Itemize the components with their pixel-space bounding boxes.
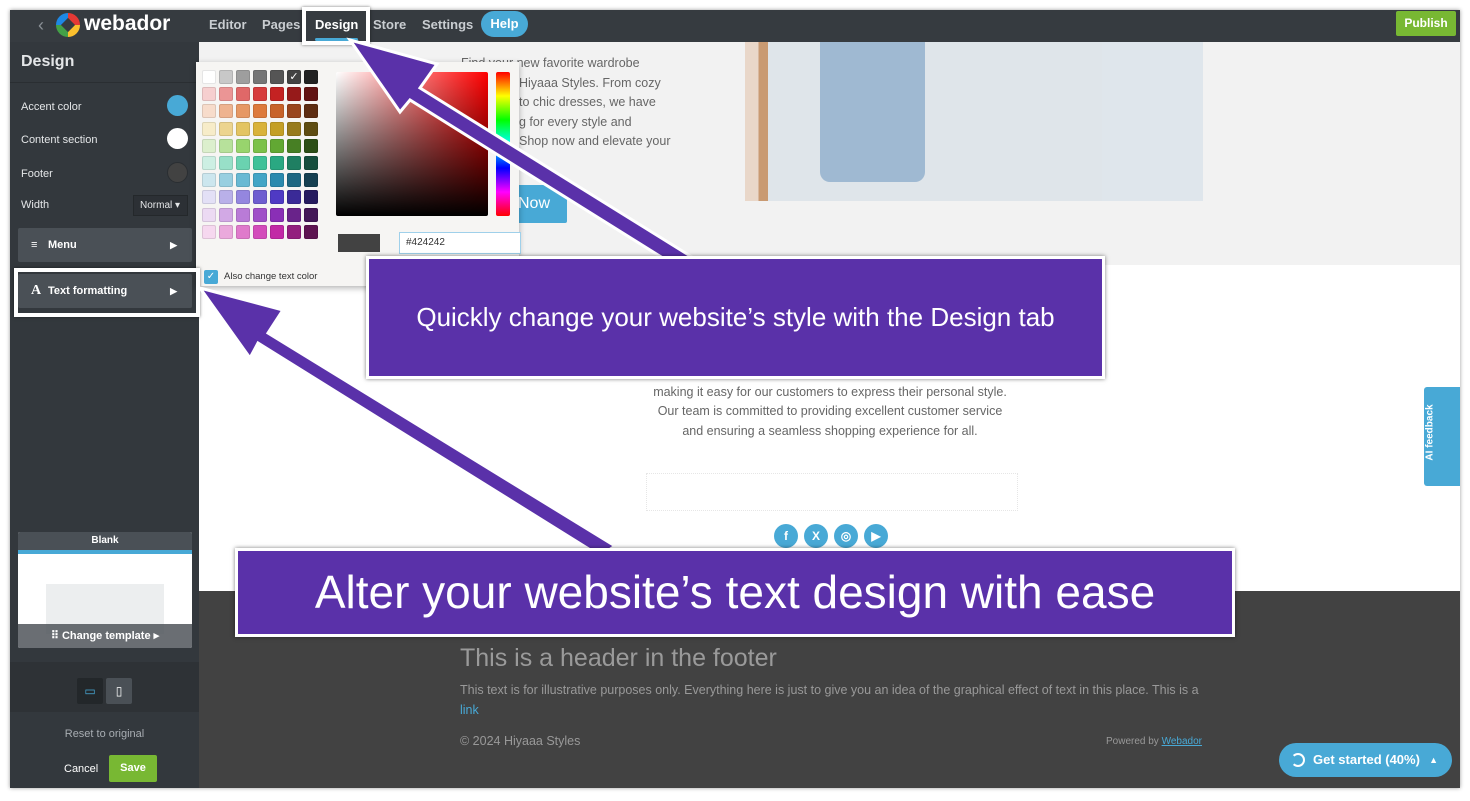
- arrow-to-design-tab: [346, 37, 703, 277]
- callout-design-tab: Quickly change your website’s style with…: [366, 256, 1105, 379]
- callout-text-design: Alter your website’s text design with ea…: [235, 548, 1235, 637]
- annotation-arrows: [196, 37, 703, 558]
